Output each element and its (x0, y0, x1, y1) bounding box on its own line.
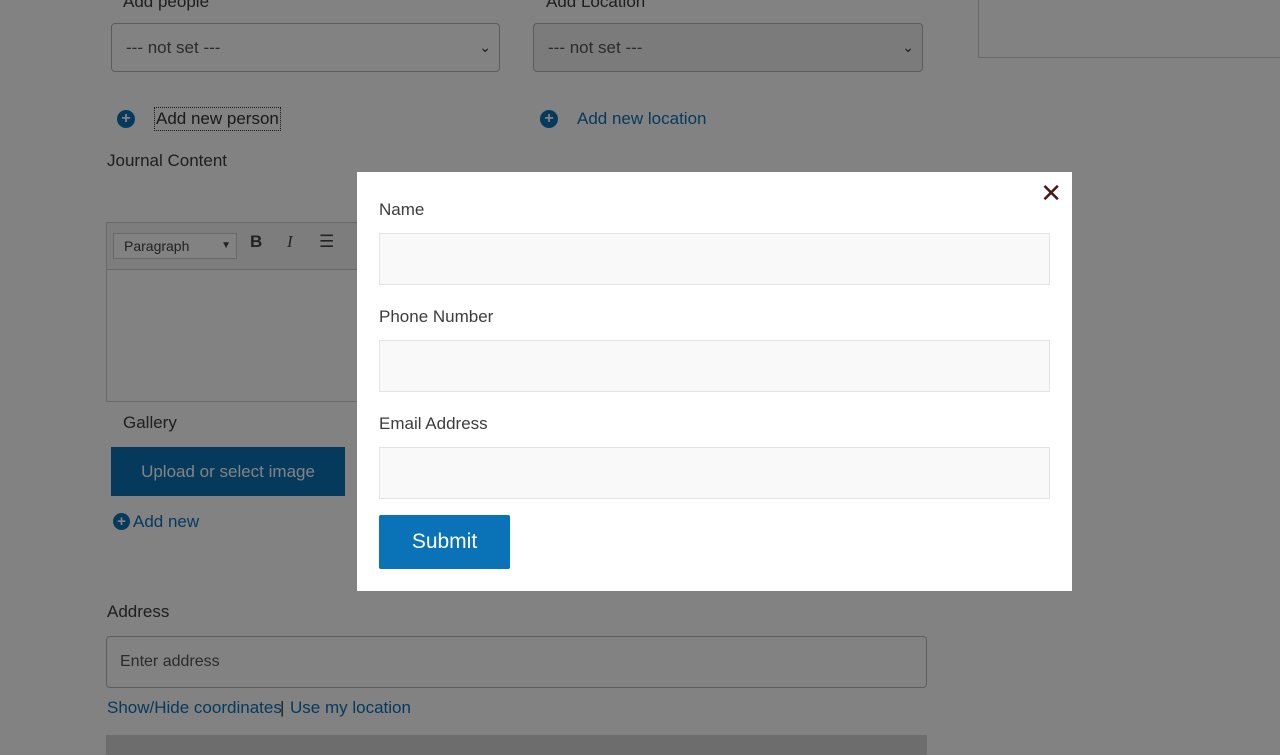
email-input[interactable] (379, 447, 1050, 499)
close-icon[interactable]: ✕ (1040, 178, 1062, 209)
phone-input[interactable] (379, 340, 1050, 392)
add-person-modal: ✕ Name Phone Number Email Address Submit (357, 172, 1072, 591)
name-input[interactable] (379, 233, 1050, 285)
name-label: Name (379, 200, 425, 219)
submit-button[interactable]: Submit (379, 515, 510, 569)
email-label: Email Address (379, 414, 488, 433)
phone-label: Phone Number (379, 307, 494, 326)
